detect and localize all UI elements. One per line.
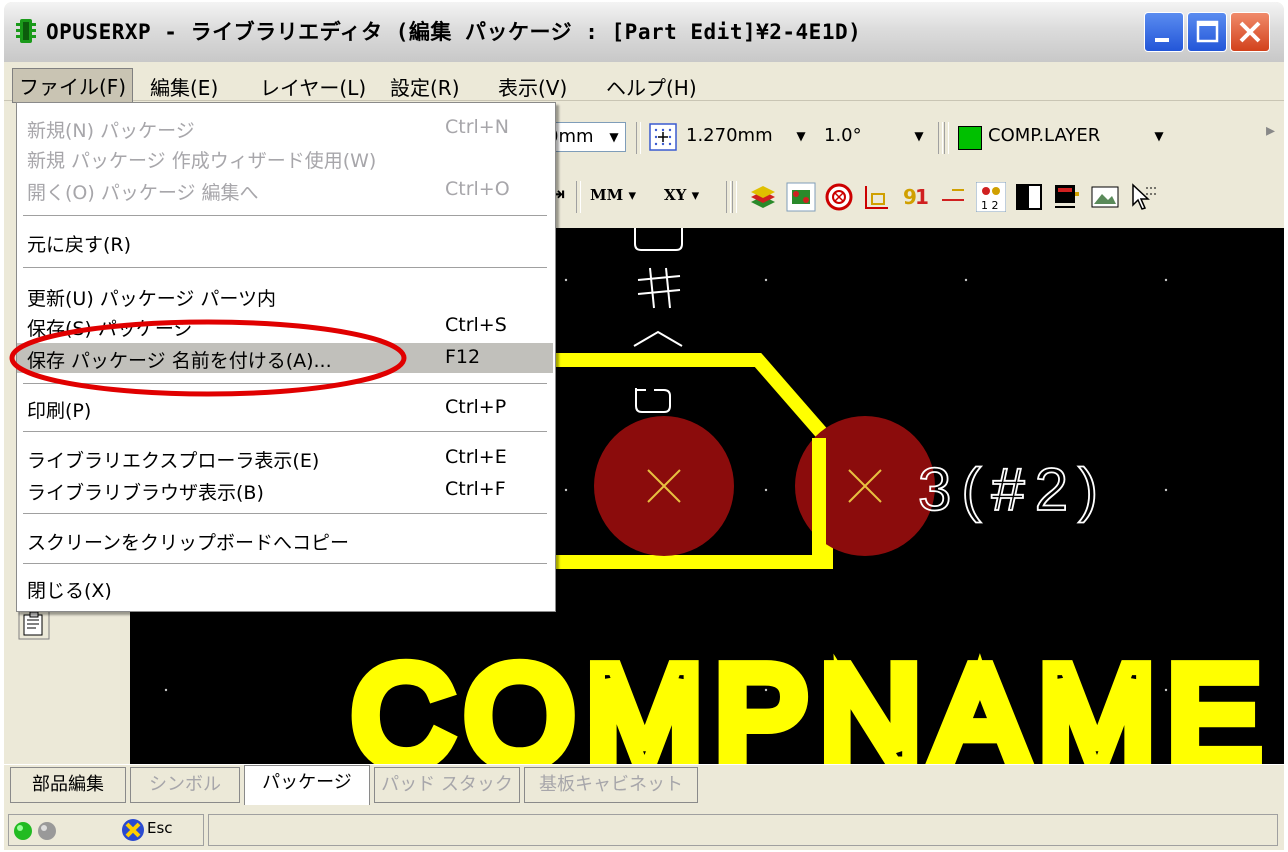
chevron-down-icon: ▼ [796, 129, 806, 143]
fill-icon[interactable] [1014, 182, 1044, 212]
menu-file[interactable]: ファイル(F) [12, 68, 134, 103]
tab-board-cabinet[interactable]: 基板キャビネット [524, 767, 698, 803]
annotation-ellipse [9, 319, 407, 397]
menu-save-as-shortcut: F12 [445, 346, 481, 368]
ref-designator-text [633, 228, 683, 413]
select-pointer-icon[interactable] [1128, 182, 1158, 212]
menu-save-shortcut: Ctrl+S [445, 314, 507, 336]
menu-separator [23, 431, 547, 433]
toolbar-separator [576, 181, 581, 213]
angle-combo[interactable]: 1.0° ▼ [820, 122, 930, 152]
svg-text:1 2: 1 2 [981, 199, 999, 212]
menu-edit[interactable]: 編集(E) [144, 70, 224, 103]
layer-combo[interactable]: COMP.LAYER ▼ [954, 120, 1164, 154]
menu-separator [23, 215, 547, 217]
grid-combo[interactable]: 1.270mm ▼ [682, 122, 812, 152]
xy-button-label: XY [664, 186, 687, 204]
menu-new-package[interactable]: 新規(N) パッケージ Ctrl+N [17, 113, 553, 143]
layer-combo-value: COMP.LAYER [988, 125, 1101, 146]
menu-settings[interactable]: 設定(R) [384, 70, 466, 103]
menu-library-explorer[interactable]: ライブラリエクスプローラ表示(E) Ctrl+E [17, 443, 553, 473]
tab-pad-stack[interactable]: パッド スタック [374, 767, 520, 803]
menu-new-wizard-label: 新規 パッケージ 作成ウィザード使用(W) [27, 150, 377, 172]
esc-label: Esc [147, 819, 173, 837]
tab-package[interactable]: パッケージ [244, 765, 370, 805]
title-bar[interactable]: OPUSERXP - ライブラリエディタ (編集 パッケージ : [Part E… [4, 2, 1284, 62]
properties-icon[interactable] [18, 608, 50, 640]
menu-close[interactable]: 閉じる(X) [17, 573, 553, 603]
angle-combo-value: 1.0° [824, 125, 862, 146]
menu-undo[interactable]: 元に戻す(R) [17, 227, 553, 257]
toolbar-separator [944, 122, 949, 154]
toolbar-separator [938, 122, 943, 154]
pad-icon[interactable] [824, 182, 854, 212]
maximize-button[interactable] [1187, 12, 1227, 52]
layers-icon[interactable] [748, 182, 778, 212]
menu-close-label: 閉じる(X) [27, 580, 112, 602]
chevron-down-icon: ▼ [914, 129, 924, 143]
app-window: OPUSERXP - ライブラリエディタ (編集 パッケージ : [Part E… [4, 2, 1284, 850]
maximize-icon [1196, 20, 1219, 43]
menu-layer[interactable]: レイヤー(L) [254, 70, 372, 103]
toolbar-separator [732, 181, 737, 213]
close-button[interactable] [1230, 12, 1270, 52]
green-led-icon [14, 822, 32, 840]
menu-library-browser[interactable]: ライブラリブラウザ表示(B) Ctrl+F [17, 475, 553, 505]
svg-text:1: 1 [915, 185, 929, 209]
menu-print-shortcut: Ctrl+P [445, 396, 507, 418]
xy-button[interactable]: XY ▾ [664, 186, 699, 204]
menu-view[interactable]: 表示(V) [492, 70, 573, 103]
menu-open-edit-shortcut: Ctrl+O [445, 178, 510, 200]
toolbar-separator [636, 122, 641, 154]
chevron-down-icon: ▼ [1154, 129, 1164, 143]
editor-tabs: 部品編集 シンボル パッケージ パッド スタック 基板キャビネット [4, 764, 1284, 807]
pin-order-icon[interactable]: 1 2 [976, 182, 1006, 212]
minimize-button[interactable] [1144, 12, 1184, 52]
menu-help[interactable]: ヘルプ(H) [600, 70, 703, 103]
menu-undo-label: 元に戻す(R) [27, 234, 132, 256]
pin-label: 3(#2) [918, 456, 1108, 523]
status-indicators: Esc [8, 814, 204, 846]
status-message-panel [208, 814, 1278, 846]
window-title: OPUSERXP - ライブラリエディタ (編集 パッケージ : [Part E… [46, 20, 862, 44]
menu-copy-screen-label: スクリーンをクリップボードへコピー [27, 532, 350, 554]
app-icon [16, 19, 36, 43]
menu-open-edit-label: 開く(O) パッケージ 編集へ [27, 182, 259, 204]
component-icon[interactable] [786, 182, 816, 212]
line-icon[interactable] [938, 182, 968, 212]
menu-library-browser-label: ライブラリブラウザ表示(B) [27, 482, 264, 504]
toolbar-overflow-icon[interactable]: ▸ [1266, 120, 1275, 141]
close-icon [1239, 21, 1261, 43]
gray-led-icon [38, 822, 56, 840]
esc-cancel-icon[interactable] [121, 818, 145, 842]
menu-library-explorer-shortcut: Ctrl+E [445, 446, 507, 468]
grid-icon[interactable] [648, 122, 678, 152]
outline-icon[interactable] [862, 182, 892, 212]
menu-new-wizard[interactable]: 新規 パッケージ 作成ウィザード使用(W) [17, 143, 553, 173]
menu-library-browser-shortcut: Ctrl+F [445, 478, 506, 500]
silk-icon[interactable] [1052, 182, 1082, 212]
menu-separator [23, 267, 547, 269]
menu-separator [23, 563, 547, 565]
tab-part-edit[interactable]: 部品編集 [10, 767, 126, 803]
pin-number-icon[interactable]: 91 [900, 182, 930, 212]
menu-separator [23, 513, 547, 515]
status-bar: Esc [4, 808, 1284, 850]
mm-button[interactable]: MM ▾ [590, 186, 636, 204]
toolbar-separator [726, 181, 731, 213]
mm-button-label: MM [590, 186, 624, 204]
image-icon[interactable] [1090, 182, 1120, 212]
menu-library-explorer-label: ライブラリエクスプローラ表示(E) [27, 450, 320, 472]
compname-text: COMPNAME [352, 637, 1272, 764]
menu-open-edit[interactable]: 開く(O) パッケージ 編集へ Ctrl+O [17, 175, 553, 205]
tab-symbol[interactable]: シンボル [130, 767, 240, 803]
chevron-down-icon: ▼ [609, 130, 619, 144]
grid-combo-value: 1.270mm [686, 125, 773, 146]
menu-bar: ファイル(F) 編集(E) レイヤー(L) 設定(R) 表示(V) ヘルプ(H) [4, 64, 1284, 103]
menu-copy-screen[interactable]: スクリーンをクリップボードへコピー [17, 525, 553, 555]
menu-new-package-label: 新規(N) パッケージ [27, 120, 195, 142]
menu-new-package-shortcut: Ctrl+N [445, 116, 509, 138]
minimize-icon [1155, 38, 1169, 42]
layer-color-swatch [958, 126, 982, 150]
